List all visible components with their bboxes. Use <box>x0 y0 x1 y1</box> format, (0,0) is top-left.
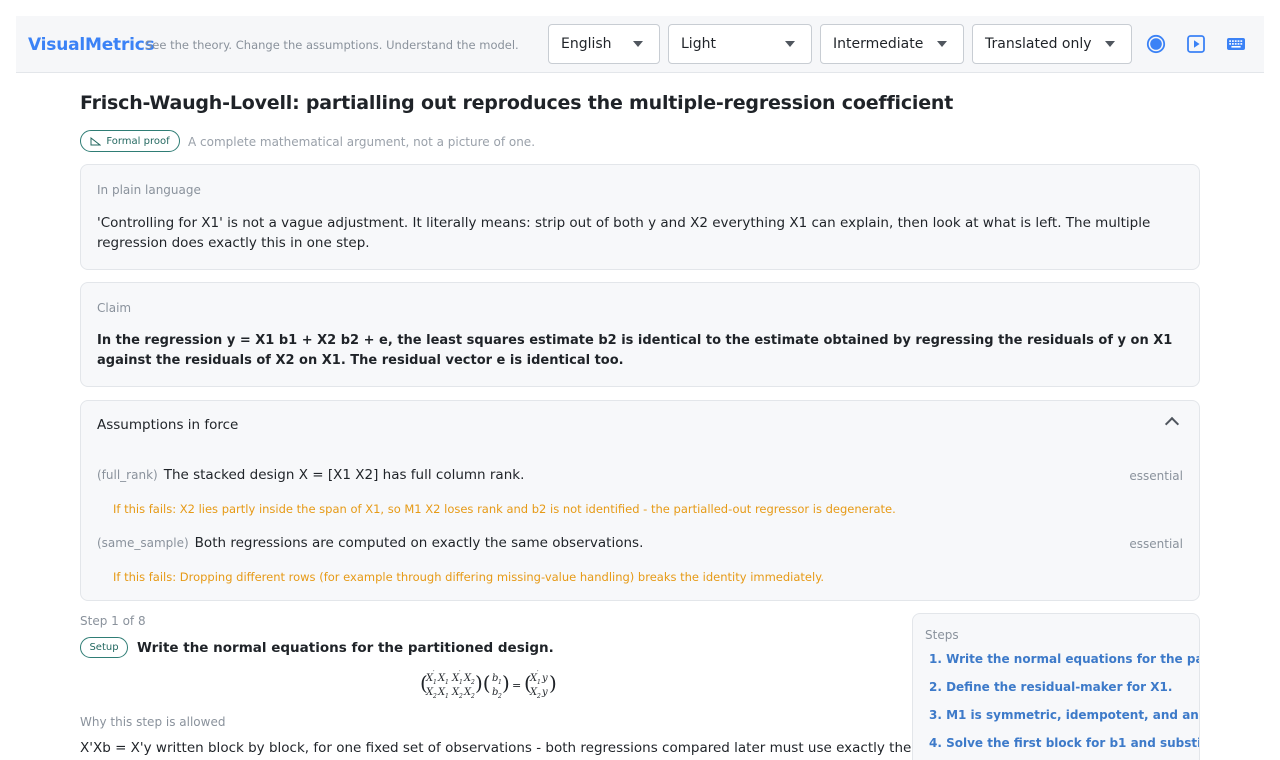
display-select-value: Translated only <box>985 36 1092 52</box>
step-link-1[interactable]: 1. Write the normal equations for the pa… <box>929 652 1199 666</box>
why-text: X'Xb = X'y written block by block, for o… <box>80 740 967 756</box>
assumption-tag: essential <box>1129 537 1183 551</box>
assumptions-card: Assumptions in force (full_rank) The stac… <box>80 400 1200 601</box>
claim-card: Claim In the regression y = X1 b1 + X2 b… <box>80 282 1200 387</box>
step-link-2[interactable]: 2. Define the residual-maker for X1. <box>929 680 1172 694</box>
setup-badge: Setup <box>80 637 128 658</box>
formal-proof-badge: Formal proof <box>80 130 180 152</box>
chevron-down-icon <box>785 41 795 47</box>
svg-text:): ) <box>549 671 557 695</box>
assumption-fail-note: If this fails: X2 lies partly inside the… <box>113 502 896 516</box>
steps-panel: Steps 1. Write the normal equations for … <box>912 613 1200 760</box>
formal-proof-label: Formal proof <box>106 135 170 147</box>
chevron-down-icon <box>633 41 643 47</box>
plain-language-card: In plain language 'Controlling for X1' i… <box>80 164 1200 270</box>
steps-label: Steps <box>925 628 959 642</box>
badge-note: A complete mathematical argument, not a … <box>188 135 536 149</box>
svg-text:2: 2 <box>432 693 437 700</box>
brand-logo[interactable]: VisualMetrics <box>28 35 155 55</box>
step-counter: Step 1 of 8 <box>80 614 146 628</box>
normal-equations-formula: ( X 1′ X1 X 1′ X2 X2 X1 X2 X2 )( b1 b2 ) =… <box>420 670 557 700</box>
level-select-value: Intermediate <box>833 36 924 52</box>
svg-text:)(: )( <box>475 671 491 695</box>
theme-select[interactable]: Light <box>668 24 812 64</box>
svg-text:1: 1 <box>433 679 437 686</box>
language-select[interactable]: English <box>548 24 660 64</box>
svg-text:1: 1 <box>537 679 541 686</box>
svg-text:1: 1 <box>459 679 463 686</box>
plain-language-label: In plain language <box>97 183 201 197</box>
chevron-down-icon <box>937 41 947 47</box>
theme-select-value: Light <box>681 36 716 52</box>
language-select-value: English <box>561 36 612 52</box>
svg-text:): ) <box>502 671 510 695</box>
svg-text:′: ′ <box>433 670 435 677</box>
claim-label: Claim <box>97 301 132 315</box>
assumption-key: (same_sample) <box>97 536 189 550</box>
play-icon[interactable] <box>1186 34 1206 54</box>
svg-text:y: y <box>541 673 548 684</box>
assumption-row: (same_sample) Both regressions are comput… <box>97 535 1183 551</box>
assumption-text: Both regressions are computed on exactly… <box>194 535 644 551</box>
assumptions-toggle[interactable]: Assumptions in force <box>97 417 238 433</box>
step-link-3[interactable]: 3. M1 is symmetric, idempotent, and anni… <box>929 708 1199 722</box>
level-select[interactable]: Intermediate <box>820 24 964 64</box>
claim-text: In the regression y = X1 b1 + X2 b2 + e,… <box>97 333 1173 368</box>
step-link-4[interactable]: 4. Solve the first block for b1 and subs… <box>929 736 1199 750</box>
svg-text:2: 2 <box>458 693 463 700</box>
record-icon[interactable] <box>1146 34 1166 54</box>
keyboard-icon[interactable] <box>1226 34 1246 54</box>
tagline: See the theory. Change the assumptions. … <box>145 38 519 52</box>
svg-text:1: 1 <box>445 693 449 700</box>
svg-text:y: y <box>541 687 548 698</box>
assumption-row: (full_rank) The stacked design X = [X1 X2… <box>97 467 1183 483</box>
svg-text:=: = <box>512 679 521 692</box>
plain-language-text: 'Controlling for X1' is not a vague adju… <box>97 215 1151 251</box>
svg-text:′: ′ <box>459 670 461 677</box>
assumption-key: (full_rank) <box>97 468 158 482</box>
assumption-fail-note: If this fails: Dropping different rows (… <box>113 570 825 584</box>
why-label: Why this step is allowed <box>80 715 226 729</box>
step-title: Write the normal equations for the parti… <box>137 640 554 656</box>
ruler-triangle-icon <box>90 136 102 145</box>
chevron-up-icon[interactable] <box>1164 416 1180 432</box>
display-select[interactable]: Translated only <box>972 24 1132 64</box>
setup-label: Setup <box>89 642 119 653</box>
assumption-tag: essential <box>1129 469 1183 483</box>
chevron-down-icon <box>1105 41 1115 47</box>
svg-text:2: 2 <box>536 693 541 700</box>
svg-text:′: ′ <box>537 670 539 677</box>
top-bar: VisualMetrics See the theory. Change the… <box>16 16 1264 73</box>
svg-text:1: 1 <box>445 679 449 686</box>
assumption-text: The stacked design X = [X1 X2] has full … <box>163 467 525 483</box>
page-title: Frisch-Waugh-Lovell: partialling out rep… <box>80 92 954 114</box>
